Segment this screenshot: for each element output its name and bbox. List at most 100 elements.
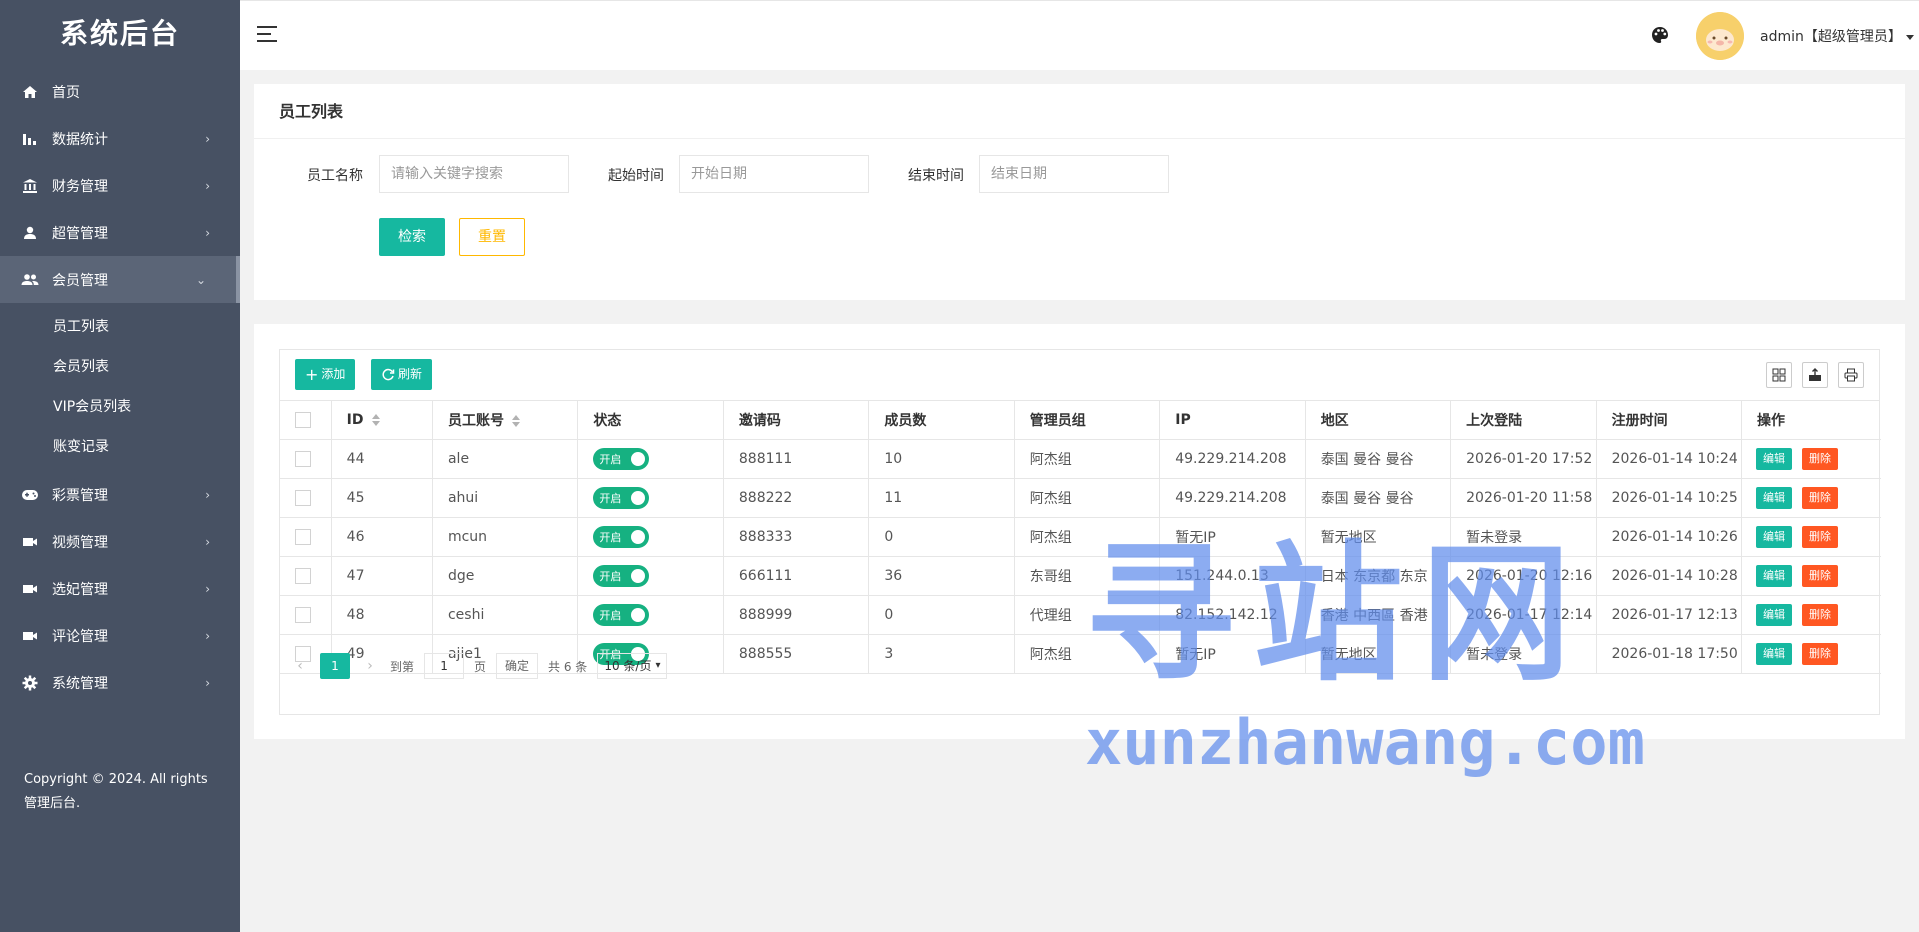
sidebar-item-finance[interactable]: 财务管理 › xyxy=(0,162,240,209)
cell-account: mcun xyxy=(432,517,579,557)
row-checkbox[interactable] xyxy=(295,528,311,545)
sidebar-item-video[interactable]: 视频管理 › xyxy=(0,518,240,565)
status-toggle-label: 开启 xyxy=(599,491,622,505)
column-header-label: ID xyxy=(346,411,364,428)
edit-button[interactable]: 编辑 xyxy=(1756,564,1793,587)
video-icon xyxy=(20,579,40,599)
sidebar-item-members[interactable]: 会员管理 ⌄ xyxy=(0,256,240,303)
gamepad-icon xyxy=(20,485,40,505)
delete-button[interactable]: 删除 xyxy=(1802,486,1839,509)
sidebar-item-lottery[interactable]: 彩票管理 › xyxy=(0,471,240,518)
goto-page-input[interactable]: 1 xyxy=(424,653,465,679)
submenu-item-member-list[interactable]: 会员列表 xyxy=(0,347,240,387)
column-header-account[interactable]: 员工账号 xyxy=(432,401,579,440)
delete-button[interactable]: 删除 xyxy=(1802,447,1839,470)
row-checkbox[interactable] xyxy=(295,567,311,584)
cell-code: 888999 xyxy=(723,595,870,635)
select-all-checkbox[interactable] xyxy=(295,411,311,428)
cell-account: ale xyxy=(432,439,579,479)
cell-ip: 49.229.214.208 xyxy=(1159,478,1306,518)
start-date-input[interactable]: 开始日期 xyxy=(679,155,869,193)
sidebar-item-superadmin[interactable]: 超管管理 › xyxy=(0,209,240,256)
toggle-knob xyxy=(631,529,646,544)
submenu-item-staff-list[interactable]: 员工列表 xyxy=(0,307,240,347)
user-menu[interactable]: admin【超级管理员】 xyxy=(1760,26,1914,46)
submenu-item-vip-list[interactable]: VIP会员列表 xyxy=(0,387,240,427)
edit-button[interactable]: 编辑 xyxy=(1756,603,1793,626)
status-toggle[interactable]: 开启 xyxy=(593,525,650,548)
staff-name-input[interactable]: 请输入关键字搜索 xyxy=(379,155,569,193)
avatar[interactable] xyxy=(1696,12,1744,60)
table-header-row: ID 员工账号 状态 邀请码 成员数 管理员组 IP 地区 上次登陆 注册时间 … xyxy=(280,401,1881,440)
status-toggle[interactable]: 开启 xyxy=(593,486,650,509)
status-toggle-label: 开启 xyxy=(599,452,622,466)
end-date-input[interactable]: 结束日期 xyxy=(979,155,1169,193)
toggle-knob xyxy=(631,568,646,583)
username-label: admin【超级管理员】 xyxy=(1760,29,1902,45)
status-toggle[interactable]: 开启 xyxy=(593,564,650,587)
toggle-knob xyxy=(631,607,646,622)
sidebar-item-comments[interactable]: 评论管理 › xyxy=(0,612,240,659)
row-checkbox[interactable] xyxy=(295,489,311,506)
sort-icon[interactable] xyxy=(371,413,380,426)
gear-icon xyxy=(20,673,40,693)
pagination: ‹ 1 › 到第 1 页 确定 共 6 条 10 条/页 ▾ xyxy=(280,646,1879,686)
cell-ip: 151.244.0.13 xyxy=(1159,556,1306,596)
refresh-button[interactable]: 刷新 xyxy=(371,359,433,390)
status-toggle[interactable]: 开启 xyxy=(593,447,650,470)
column-header-actions: 操作 xyxy=(1741,401,1881,440)
status-toggle[interactable]: 开启 xyxy=(593,603,650,626)
cell-registered: 2026-01-17 12:13 xyxy=(1596,595,1743,635)
sort-icon[interactable] xyxy=(511,414,520,427)
bar-chart-icon xyxy=(20,129,40,149)
next-page-icon[interactable]: › xyxy=(358,658,382,674)
print-icon[interactable] xyxy=(1838,362,1864,388)
sidebar-item-home[interactable]: 首页 xyxy=(0,68,240,115)
sidebar-item-statistics[interactable]: 数据统计 › xyxy=(0,115,240,162)
cell-region: 暂无地区 xyxy=(1305,517,1452,557)
prev-page-icon[interactable]: ‹ xyxy=(288,658,312,674)
delete-button[interactable]: 删除 xyxy=(1802,603,1839,626)
sidebar-item-label: 评论管理 xyxy=(52,628,108,645)
column-header-label: 员工账号 xyxy=(447,412,504,429)
row-select-cell xyxy=(280,439,332,479)
chevron-down-icon: ⌄ xyxy=(195,272,206,287)
cell-members: 10 xyxy=(868,439,1015,479)
delete-button[interactable]: 删除 xyxy=(1802,525,1839,548)
reset-button[interactable]: 重置 xyxy=(459,218,525,256)
menu-toggle-icon[interactable] xyxy=(257,26,279,44)
edit-button[interactable]: 编辑 xyxy=(1756,525,1793,548)
chevron-right-icon: › xyxy=(205,581,210,596)
user-icon xyxy=(20,223,40,243)
sidebar-item-system[interactable]: 系统管理 › xyxy=(0,659,240,706)
add-button[interactable]: + 添加 xyxy=(295,359,356,390)
row-checkbox[interactable] xyxy=(295,606,311,623)
cell-status: 开启 xyxy=(577,556,724,596)
goto-confirm-button[interactable]: 确定 xyxy=(496,653,539,679)
row-checkbox[interactable] xyxy=(295,450,311,467)
page-unit-label: 页 xyxy=(474,659,487,674)
column-header-id[interactable]: ID xyxy=(331,401,433,440)
page-size-select[interactable]: 10 条/页 ▾ xyxy=(597,653,668,679)
export-icon[interactable] xyxy=(1802,362,1828,388)
cell-actions: 编辑 删除 xyxy=(1741,517,1881,557)
sidebar-item-label: 超管管理 xyxy=(52,225,108,242)
edit-button[interactable]: 编辑 xyxy=(1756,447,1793,470)
cell-id: 48 xyxy=(331,595,433,635)
submenu-item-balance-log[interactable]: 账变记录 xyxy=(0,427,240,467)
palette-icon[interactable] xyxy=(1650,25,1672,47)
search-button[interactable]: 检索 xyxy=(379,218,445,256)
cell-code: 888111 xyxy=(723,439,870,479)
current-page[interactable]: 1 xyxy=(320,653,350,679)
sidebar-item-selection[interactable]: 选妃管理 › xyxy=(0,565,240,612)
cell-members: 11 xyxy=(868,478,1015,518)
member-submenu: 员工列表 会员列表 VIP会员列表 账变记录 xyxy=(0,303,240,471)
column-header-registered: 注册时间 xyxy=(1596,401,1743,440)
edit-button[interactable]: 编辑 xyxy=(1756,486,1793,509)
row-select-cell xyxy=(280,556,332,596)
select-all-cell xyxy=(280,401,332,440)
delete-button[interactable]: 删除 xyxy=(1802,564,1839,587)
columns-filter-icon[interactable] xyxy=(1766,362,1792,388)
cell-status: 开启 xyxy=(577,439,724,479)
status-toggle-label: 开启 xyxy=(599,569,622,583)
